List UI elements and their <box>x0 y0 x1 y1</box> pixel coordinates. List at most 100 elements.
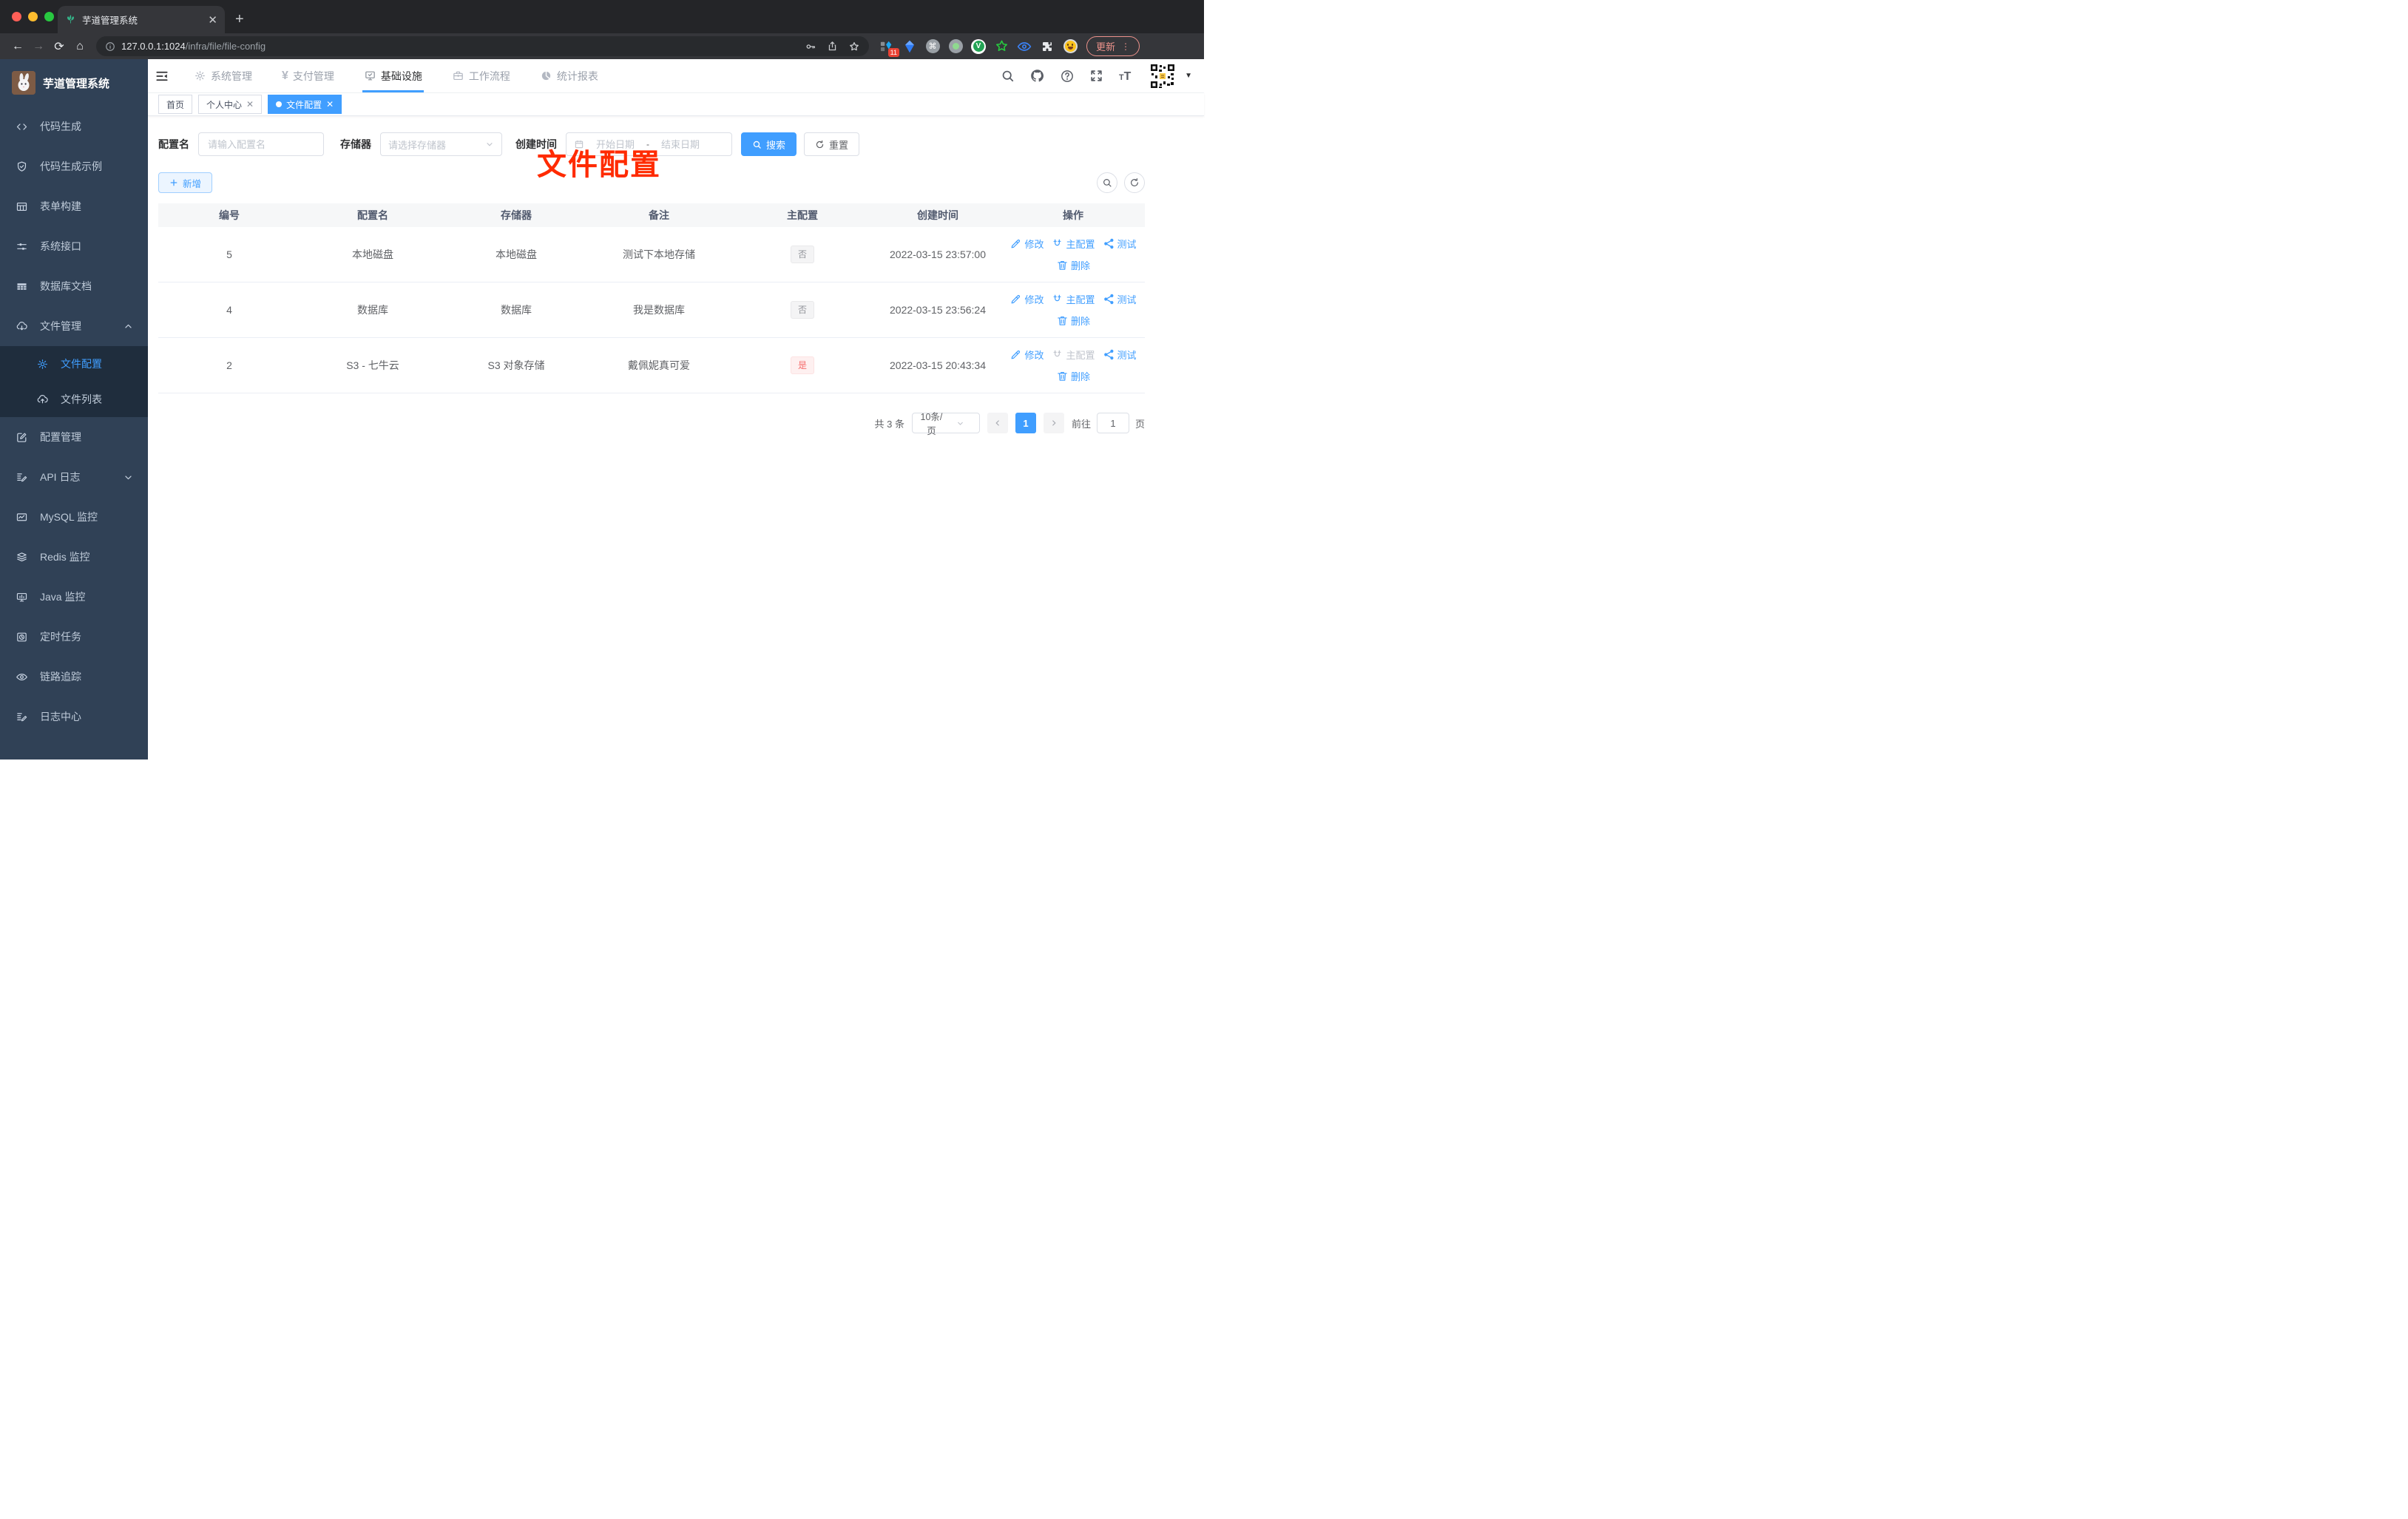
tag-首页[interactable]: 首页 <box>158 95 193 114</box>
favicon-plant-icon <box>65 14 76 25</box>
kite-extension-icon[interactable] <box>902 39 917 54</box>
trash-icon <box>1056 314 1069 327</box>
reload-icon[interactable]: ⟳ <box>49 39 70 54</box>
next-page-button[interactable] <box>1043 413 1064 433</box>
forward-icon[interactable]: → <box>28 40 49 53</box>
font-size-icon[interactable]: TT <box>1118 69 1134 84</box>
site-info-icon[interactable] <box>105 41 115 52</box>
browser-update-button[interactable]: 更新 ⋮ <box>1086 36 1140 56</box>
tag-label: 首页 <box>166 99 185 110</box>
user-avatar-qr[interactable] <box>1149 62 1177 89</box>
test-link[interactable]: 测试 <box>1103 292 1137 306</box>
v-extension-icon[interactable]: V <box>971 38 986 54</box>
back-icon[interactable]: ← <box>7 40 28 53</box>
tag-个人中心[interactable]: 个人中心 ✕ <box>198 95 263 114</box>
sidebar-item-表单构建[interactable]: 表单构建 <box>0 186 148 226</box>
minimize-window-button[interactable] <box>28 12 38 21</box>
page-size-select[interactable]: 10条/页 <box>911 412 980 436</box>
table-header-row: 编号 配置名 存储器 备注 主配置 创建时间 操作 <box>158 203 1145 227</box>
record-extension-icon[interactable] <box>948 39 963 54</box>
sidebar-item-定时任务[interactable]: 定时任务 <box>0 617 148 657</box>
puzzle-extension-icon[interactable] <box>1040 39 1055 54</box>
sidebar-item-文件配置[interactable]: 文件配置 <box>0 346 148 382</box>
top-nav-系统管理[interactable]: 系统管理 <box>179 59 267 92</box>
command-extension-icon[interactable]: ⌘ <box>925 39 940 54</box>
sidebar-item-数据库文档[interactable]: 数据库文档 <box>0 266 148 306</box>
eye-extension-icon[interactable] <box>1017 39 1032 54</box>
emoji-extension-icon[interactable] <box>1063 39 1078 54</box>
sidebar-item-链路追踪[interactable]: 链路追踪 <box>0 657 148 697</box>
refresh-table-button[interactable] <box>1124 172 1145 193</box>
search-button[interactable]: 搜索 <box>741 132 797 156</box>
top-nav-支付管理[interactable]: ¥ 支付管理 <box>267 59 349 92</box>
sidebar-item-代码生成示例[interactable]: 代码生成示例 <box>0 146 148 186</box>
top-nav-统计报表[interactable]: 统计报表 <box>525 59 613 92</box>
prev-page-button[interactable] <box>987 413 1008 433</box>
sidebar-submenu: 文件配置 文件列表 <box>0 346 148 417</box>
config-name-input[interactable] <box>198 132 324 156</box>
delete-link[interactable]: 删除 <box>1056 369 1090 383</box>
add-button[interactable]: 新增 <box>158 172 213 193</box>
bookmark-star-icon[interactable] <box>848 41 860 53</box>
date-range-picker[interactable]: - <box>566 132 732 156</box>
search-icon[interactable] <box>1001 69 1015 83</box>
help-icon[interactable] <box>1060 69 1075 84</box>
delete-link[interactable]: 删除 <box>1056 258 1090 272</box>
zoom-window-button[interactable] <box>44 12 54 21</box>
star-extension-icon[interactable] <box>994 39 1009 54</box>
page-number-button[interactable]: 1 <box>1015 413 1036 433</box>
fullscreen-icon[interactable] <box>1089 69 1103 83</box>
sidebar-item-文件管理[interactable]: 文件管理 <box>0 306 148 346</box>
storage-select[interactable]: 请选择存储器 <box>380 132 502 156</box>
tag-文件配置[interactable]: 文件配置 ✕ <box>268 95 342 114</box>
sidebar-fold-icon[interactable] <box>155 70 169 83</box>
master-link[interactable]: 主配置 <box>1051 292 1095 306</box>
browser-menu-dots-icon[interactable]: ⋮ <box>1121 42 1130 51</box>
show-search-toggle-button[interactable] <box>1097 172 1117 193</box>
top-nav-工作流程[interactable]: 工作流程 <box>437 59 525 92</box>
sidebar-item-MySQL-监控[interactable]: MySQL 监控 <box>0 497 148 537</box>
sidebar-item-配置管理[interactable]: 配置管理 <box>0 417 148 457</box>
tag-close-icon[interactable]: ✕ <box>246 99 254 109</box>
top-nav-基础设施[interactable]: 基础设施 <box>349 59 437 92</box>
sidebar-item-Java-监控[interactable]: Java 监控 <box>0 577 148 617</box>
sidebar-item-文件列表[interactable]: 文件列表 <box>0 382 148 417</box>
edit-link[interactable]: 修改 <box>1009 237 1044 251</box>
goto-page-input[interactable] <box>1096 413 1129 433</box>
sidebar-item-代码生成[interactable]: 代码生成 <box>0 106 148 146</box>
delete-label: 删除 <box>1070 316 1090 327</box>
reset-button[interactable]: 重置 <box>804 132 860 156</box>
home-icon[interactable]: ⌂ <box>70 40 90 53</box>
close-window-button[interactable] <box>12 12 21 21</box>
pin-extension-icon[interactable]: 11 <box>879 39 899 57</box>
test-link[interactable]: 测试 <box>1103 348 1137 362</box>
sidebar-item-API-日志[interactable]: API 日志 <box>0 457 148 497</box>
test-link[interactable]: 测试 <box>1103 237 1137 251</box>
top-menu: 系统管理 ¥ 支付管理 基础设施 工作流程 统计报表 <box>179 59 613 92</box>
date-start-input[interactable] <box>590 138 640 150</box>
date-end-input[interactable] <box>655 138 706 150</box>
window-controls[interactable] <box>12 12 54 21</box>
edit-link[interactable]: 修改 <box>1009 348 1044 362</box>
edit-link[interactable]: 修改 <box>1009 292 1044 306</box>
browser-tab[interactable]: 芋道管理系统 ✕ <box>58 6 225 33</box>
app-logo-row[interactable]: 芋道管理系统 <box>0 59 148 106</box>
password-key-icon[interactable] <box>805 41 816 53</box>
tab-title: 芋道管理系统 <box>82 16 138 26</box>
master-link[interactable]: 主配置 <box>1051 348 1095 362</box>
master-link[interactable]: 主配置 <box>1051 237 1095 251</box>
sidebar-item-系统接口[interactable]: 系统接口 <box>0 226 148 266</box>
tab-close-icon[interactable]: ✕ <box>208 13 217 27</box>
sidebar-item-Redis-监控[interactable]: Redis 监控 <box>0 537 148 577</box>
url-text: 127.0.0.1:1024/infra/file/file-config <box>121 41 266 52</box>
avatar-dropdown-caret-icon[interactable]: ▼ <box>1185 72 1192 80</box>
tag-close-icon[interactable]: ✕ <box>326 99 334 109</box>
sidebar-item-日志中心[interactable]: 日志中心 <box>0 697 148 737</box>
delete-link[interactable]: 删除 <box>1056 314 1090 328</box>
row-id: 2 <box>226 359 232 371</box>
github-icon[interactable] <box>1029 68 1045 84</box>
address-bar[interactable]: 127.0.0.1:1024/infra/file/file-config <box>96 36 869 56</box>
share-page-icon[interactable] <box>827 41 838 52</box>
new-tab-button[interactable]: + <box>235 11 244 28</box>
svg-text:T: T <box>1124 70 1132 83</box>
